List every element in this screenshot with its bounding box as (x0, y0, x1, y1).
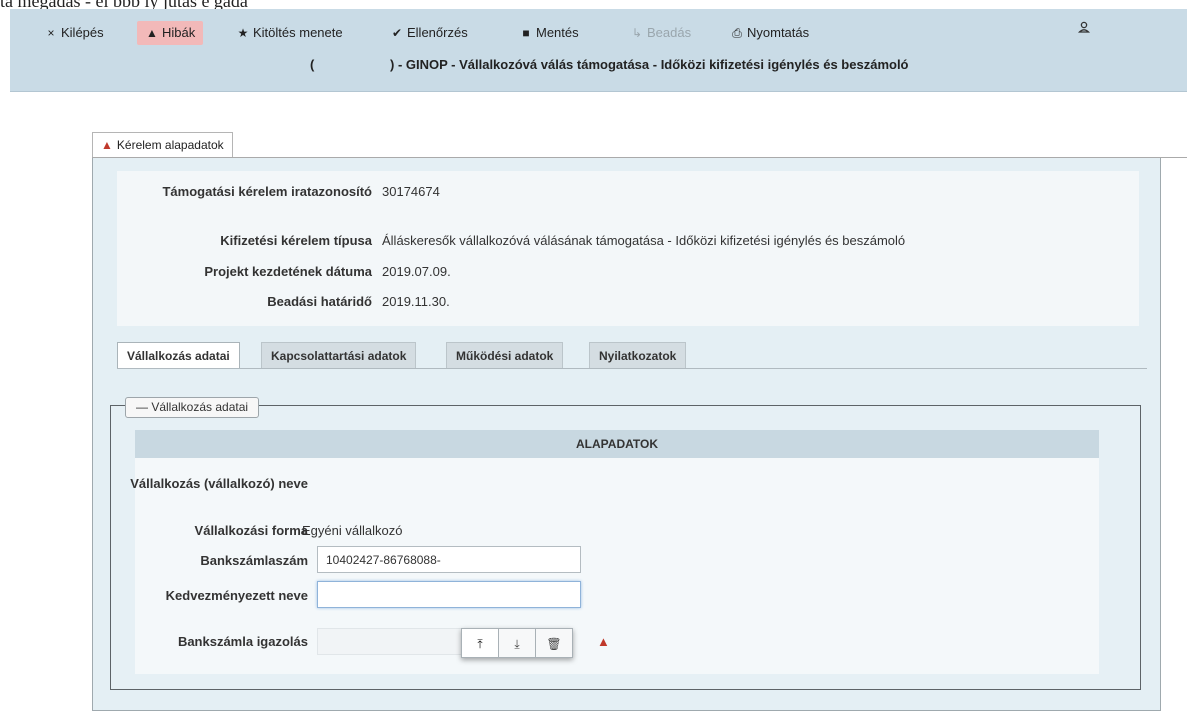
file-actions: ⤒ ⤓ 🗑 (461, 628, 573, 658)
section-title: ALAPADATOK (135, 430, 1099, 458)
doc-id-value: 30174674 (382, 184, 440, 199)
project-start-value: 2019.07.09. (382, 264, 451, 279)
submit-button[interactable]: ↳ Beadás (630, 21, 691, 45)
fill-guide-button[interactable]: ★ Kitöltés menete (236, 21, 343, 45)
download-icon: ⤓ (514, 637, 520, 651)
check-button[interactable]: ✔ Ellenőrzés (390, 21, 468, 45)
beneficiary-name-label: Kedvezményezett neve (165, 588, 308, 603)
upload-button[interactable]: ⤒ (461, 628, 499, 658)
trash-icon: 🗑 (546, 637, 562, 651)
warning-icon: ▲ (101, 138, 113, 152)
business-name-label: Vállalkozás (vállalkozó) neve (130, 476, 308, 491)
tab-declarations[interactable]: Nyilatkozatok (589, 342, 687, 369)
request-type-label: Kifizetési kérelem típusa (220, 233, 372, 248)
download-button[interactable]: ⤓ (498, 628, 536, 658)
close-icon: × (47, 26, 55, 40)
collapse-section-button[interactable]: — Vállalkozás adatai (125, 397, 260, 418)
user-icon-glyph (1077, 21, 1091, 33)
submit-arrow-icon: ↳ (631, 26, 643, 40)
warning-icon: ▲ (146, 26, 158, 40)
bank-proof-file-field (317, 628, 467, 655)
deadline-value: 2019.11.30. (382, 294, 450, 309)
tab-operational-data[interactable]: Működési adatok (446, 342, 564, 369)
upload-icon: ⤒ (477, 637, 483, 651)
request-type-value: Álláskeresők vállalkozóvá válásának támo… (382, 233, 906, 248)
delete-button[interactable]: 🗑 (535, 628, 573, 658)
toolbar: × Kilépés ▲ Hibák ★ Kitöltés menete ✔ Ellenő… (10, 9, 1187, 92)
user-icon[interactable] (1077, 21, 1091, 36)
bank-account-label: Bankszámlaszám (200, 553, 308, 568)
tab-business-data[interactable]: Vállalkozás adatai (117, 342, 240, 369)
print-icon: ⎙ (732, 26, 742, 40)
business-form-value: Egyéni vállalkozó (302, 523, 403, 538)
doc-id-label: Támogatási kérelem iratazonosító (162, 184, 372, 199)
deadline-label: Beadási határidő (267, 294, 372, 309)
business-form-label: Vállalkozási forma (194, 523, 308, 538)
subtab-divider (117, 368, 1147, 369)
warning-icon: ▲ (597, 634, 610, 649)
project-start-label: Projekt kezdetének dátuma (204, 264, 372, 279)
application-info-box: Támogatási kérelem iratazonosító 3017467… (117, 171, 1139, 326)
beneficiary-name-input[interactable] (317, 581, 581, 608)
form-title: () - GINOP - Vállalkozóvá válás támogatá… (310, 57, 909, 72)
print-button[interactable]: ⎙ Nyomtatás (730, 21, 809, 45)
star-icon: ★ (237, 26, 249, 40)
tab-contact-data[interactable]: Kapcsolattartási adatok (261, 342, 417, 369)
save-button[interactable]: ■ Mentés (519, 21, 578, 45)
exit-button[interactable]: × Kilépés (44, 21, 103, 45)
tab-application-basics[interactable]: ▲ Kérelem alapadatok (92, 132, 233, 158)
bank-proof-label: Bankszámla igazolás (177, 634, 308, 649)
toolbar-menu: × Kilépés ▲ Hibák ★ Kitöltés menete ✔ Ellenő… (10, 21, 1187, 45)
save-icon: ■ (522, 26, 530, 40)
errors-button[interactable]: ▲ Hibák (137, 21, 204, 45)
checkmark-icon: ✔ (391, 26, 403, 40)
bank-account-input[interactable] (317, 546, 581, 573)
